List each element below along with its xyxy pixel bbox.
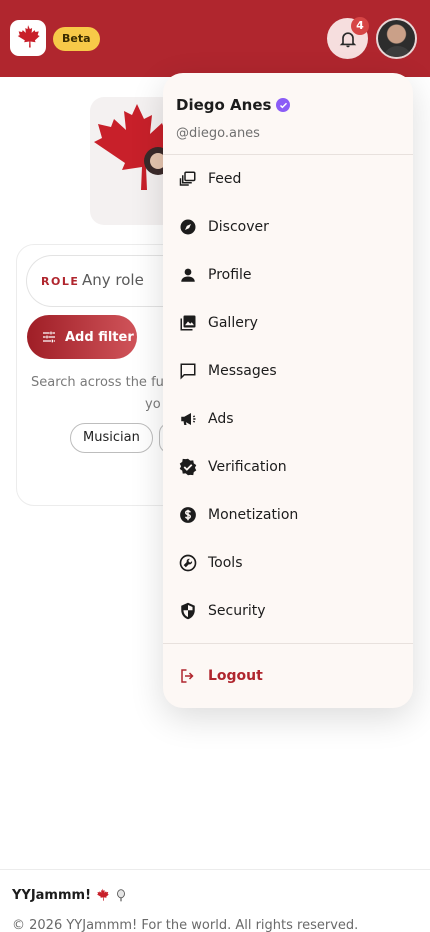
sliders-icon	[43, 331, 55, 343]
avatar-silhouette	[383, 46, 412, 57]
add-filter-button[interactable]: Add filter	[27, 315, 137, 359]
compass-icon	[180, 219, 196, 235]
menu-user-handle: @diego.anes	[176, 126, 260, 141]
menu-item-messages[interactable]: Messages	[163, 351, 413, 391]
footer-brand-text: YYJammm!	[12, 888, 92, 903]
menu-item-verification[interactable]: Verification	[163, 447, 413, 487]
menu-item-label: Gallery	[208, 315, 258, 331]
menu-item-label: Verification	[208, 459, 287, 475]
menu-item-monetization[interactable]: Monetization	[163, 495, 413, 535]
role-label: ROLE	[41, 275, 80, 288]
beta-badge: Beta	[53, 27, 100, 51]
search-hint-line-2: yo	[145, 397, 161, 412]
maple-leaf-icon	[17, 25, 40, 48]
maple-leaf-icon	[97, 888, 109, 901]
menu-item-gallery[interactable]: Gallery	[163, 303, 413, 343]
maple-leaf-logo[interactable]	[10, 20, 46, 56]
user-dropdown-menu: Diego Anes @diego.anes Feed Discover Pro…	[163, 73, 413, 708]
app-header: Beta 4	[0, 0, 430, 77]
user-name-text: Diego Anes	[176, 96, 272, 114]
user-avatar[interactable]	[376, 18, 417, 59]
verified-icon	[276, 98, 291, 112]
menu-divider-top	[163, 154, 413, 155]
menu-item-label: Discover	[208, 219, 269, 235]
microphone-icon	[117, 889, 125, 902]
notification-count-badge: 4	[351, 17, 369, 35]
menu-item-discover[interactable]: Discover	[163, 207, 413, 247]
menu-item-label: Ads	[208, 411, 234, 427]
menu-item-label: Messages	[208, 363, 277, 379]
menu-item-ads[interactable]: Ads	[163, 399, 413, 439]
menu-item-label: Security	[208, 603, 266, 619]
menu-item-security[interactable]: Security	[163, 591, 413, 631]
footer-copyright: © 2026 YYJammm! For the world. All right…	[12, 918, 359, 932]
menu-divider-bottom	[163, 643, 413, 644]
wrench-icon	[179, 554, 197, 572]
search-hint-line-1: Search across the fu	[31, 375, 164, 390]
person-icon	[181, 268, 195, 282]
footer-brand: YYJammm!	[12, 888, 128, 903]
logout-label: Logout	[208, 668, 263, 684]
menu-item-label: Profile	[208, 267, 252, 283]
logout-button[interactable]: Logout	[163, 656, 413, 696]
menu-item-label: Feed	[208, 171, 242, 187]
menu-item-tools[interactable]: Tools	[163, 543, 413, 583]
chat-icon	[180, 363, 196, 380]
logout-icon	[181, 669, 194, 683]
role-value: Any role	[82, 271, 144, 289]
verified-badge-icon	[179, 458, 197, 476]
feed-icon	[179, 171, 196, 186]
dollar-icon	[180, 507, 196, 523]
menu-item-label: Monetization	[208, 507, 299, 523]
filter-chip-musician[interactable]: Musician	[70, 423, 153, 453]
menu-user-name: Diego Anes	[176, 96, 291, 114]
menu-item-profile[interactable]: Profile	[163, 255, 413, 295]
menu-item-feed[interactable]: Feed	[163, 159, 413, 199]
image-icon	[180, 315, 196, 331]
add-filter-label: Add filter	[65, 329, 134, 345]
shield-icon	[181, 602, 195, 620]
menu-item-label: Tools	[208, 555, 243, 571]
search-hint: Search across the fu yo	[31, 372, 171, 416]
footer-divider	[0, 869, 430, 870]
megaphone-icon	[181, 413, 196, 425]
